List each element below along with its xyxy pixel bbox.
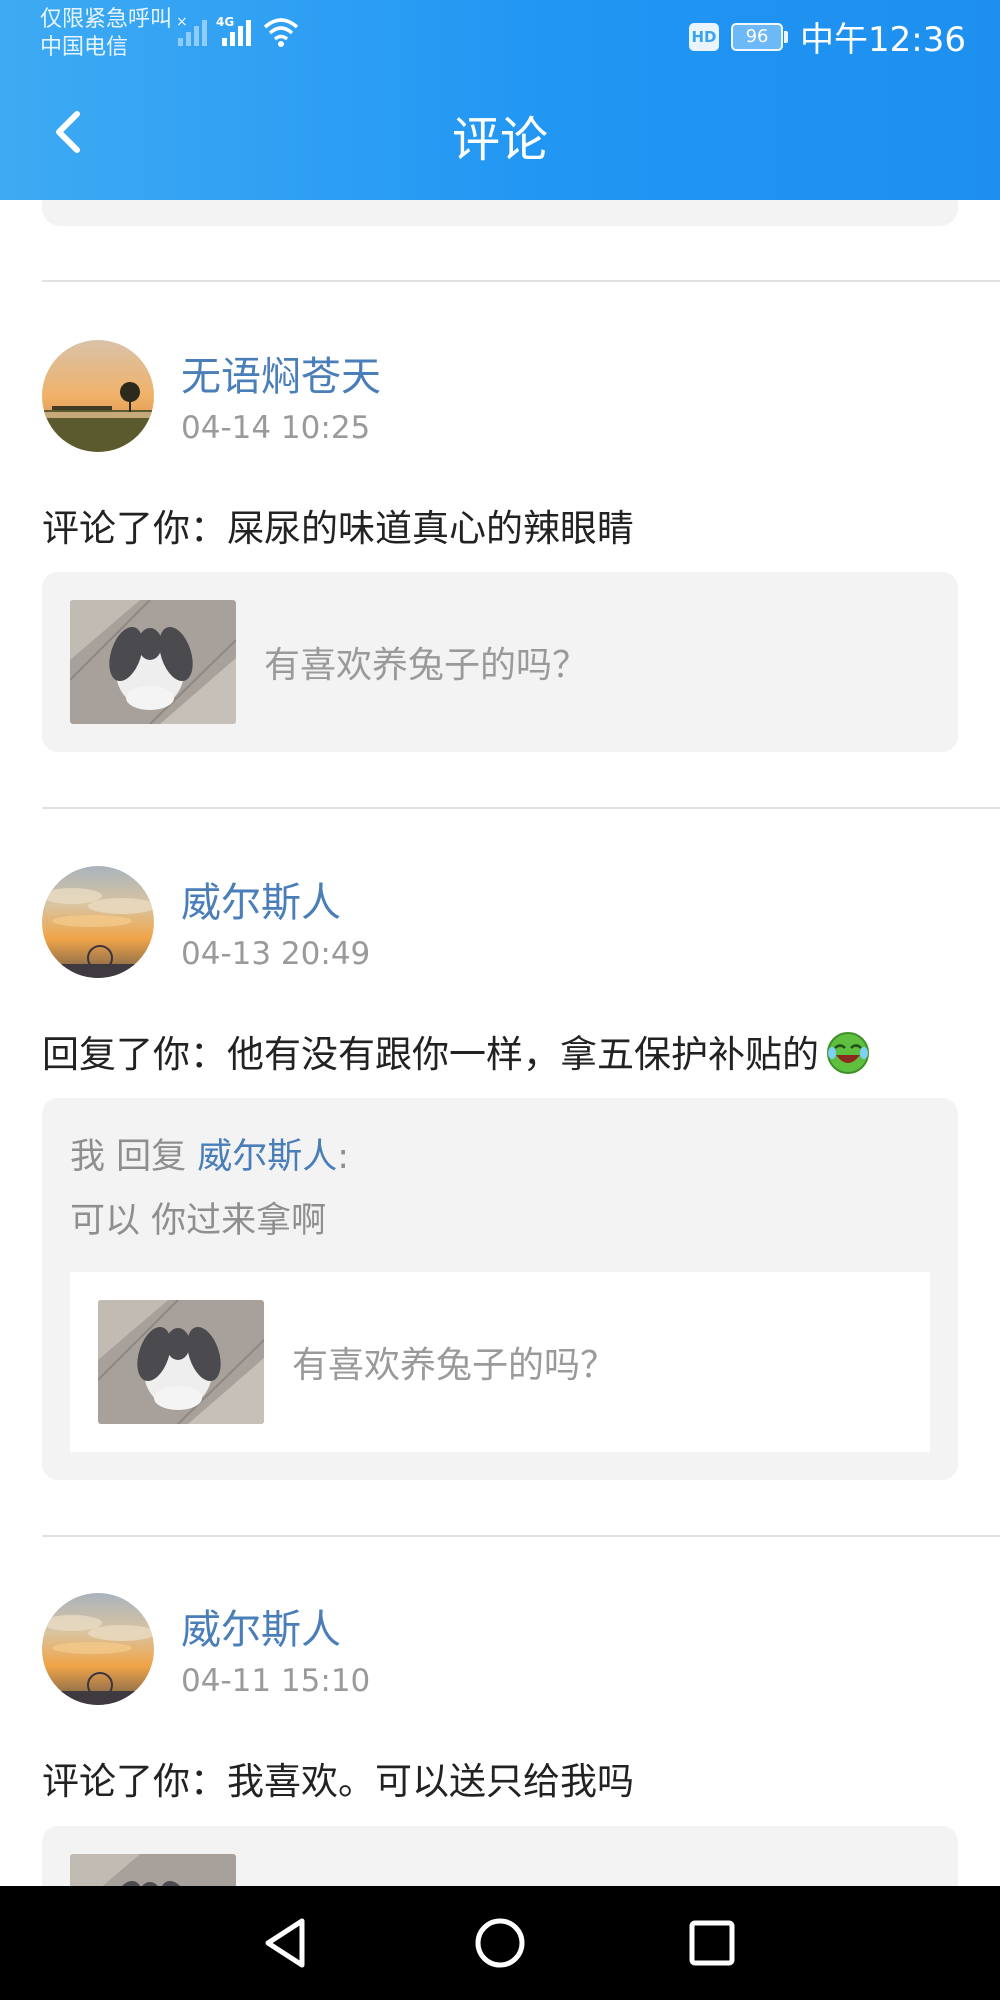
avatar-sunset-clouds-image [42, 1593, 154, 1705]
home-circle-icon [475, 1918, 525, 1968]
timestamp: 04-11 15:10 [181, 1663, 371, 1699]
laughing-emoji-icon [827, 1032, 869, 1074]
username[interactable]: 威尔斯人 [181, 1597, 341, 1655]
reply-text: 可以 你过来拿啊 [70, 1201, 327, 1241]
username[interactable]: 威尔斯人 [181, 870, 341, 928]
svg-text:×: × [176, 14, 188, 30]
reply-to-username[interactable]: 威尔斯人 [197, 1137, 337, 1177]
comment-text: 评论了你：屎尿的味道真心的辣眼睛 [42, 507, 634, 550]
post-card[interactable]: 有喜欢养兔子的吗？ [70, 1272, 930, 1452]
avatar-sunset-clouds-image [42, 866, 154, 978]
comment-body: 回复了你：他有没有跟你一样，拿五保护补贴的 [42, 1033, 819, 1076]
rabbit-thumbnail-image [98, 1300, 264, 1424]
avatar[interactable] [42, 866, 154, 978]
battery-level: 96 [731, 22, 784, 51]
carrier-line1: 仅限紧急呼叫 [40, 7, 173, 32]
rabbit-thumbnail-image [70, 1854, 236, 1886]
post-title: 有喜欢养兔子的吗？ [264, 645, 589, 686]
divider [42, 280, 1000, 282]
post-card[interactable]: 有喜欢养兔子的吗？ [42, 572, 958, 752]
avatar[interactable] [42, 340, 154, 452]
recents-square-icon [689, 1920, 735, 1966]
post-thumbnail [70, 600, 236, 724]
battery-icon: 96 [731, 22, 789, 51]
wifi-icon [263, 18, 299, 47]
reply-header: 我 回复 威尔斯人: [70, 1128, 349, 1179]
nav-home-button[interactable] [469, 1912, 531, 1974]
post-thumbnail [98, 1300, 264, 1424]
post-thumbnail [70, 1854, 236, 1886]
system-nav-bar [0, 1886, 1000, 2000]
timestamp: 04-14 10:25 [181, 410, 371, 446]
rabbit-thumbnail-image [70, 600, 236, 724]
comment-list[interactable]: 无语焖苍天 04-14 10:25 评论了你：屎尿的味道真心的辣眼睛 有喜欢养兔… [0, 200, 1000, 1886]
avatar-sunset-tree-image [42, 340, 154, 452]
status-time: 中午12:36 [800, 20, 966, 60]
comment-text: 回复了你：他有没有跟你一样，拿五保护补贴的 [42, 1024, 871, 1078]
reply-card[interactable]: 我 回复 威尔斯人: 可以 你过来拿啊 有喜欢养兔子的吗？ [42, 1098, 958, 1480]
post-card[interactable] [42, 1826, 958, 1886]
app-header: 仅限紧急呼叫 中国电信 × 4G HD 96 中午12:36 评论 [0, 0, 1000, 200]
back-triangle-icon [265, 1918, 305, 1968]
carrier-line2: 中国电信 [40, 35, 129, 60]
post-title: 有喜欢养兔子的吗？ [292, 1345, 617, 1386]
avatar[interactable] [42, 1593, 154, 1705]
status-right: HD 96 中午12:36 [689, 12, 966, 61]
divider [42, 1535, 1000, 1537]
nav-back-button[interactable] [254, 1912, 316, 1974]
cellular-4g-icon: 4G [216, 15, 251, 46]
no-signal-icon: × [176, 14, 207, 46]
previous-card-tail [42, 200, 958, 226]
nav-recents-button[interactable] [681, 1912, 743, 1974]
carrier-info: 仅限紧急呼叫 中国电信 [40, 6, 172, 62]
timestamp: 04-13 20:49 [181, 936, 371, 972]
svg-text:4G: 4G [216, 15, 234, 29]
reply-prefix: 我 回复 [70, 1137, 198, 1177]
divider [42, 807, 1000, 809]
hd-icon: HD [689, 22, 720, 51]
reply-colon: : [337, 1137, 350, 1177]
page-title: 评论 [451, 112, 548, 168]
signal-icons: × 4G [172, 14, 300, 48]
comment-text: 评论了你：我喜欢。可以送只给我吗 [42, 1760, 634, 1803]
username[interactable]: 无语焖苍天 [181, 344, 381, 402]
